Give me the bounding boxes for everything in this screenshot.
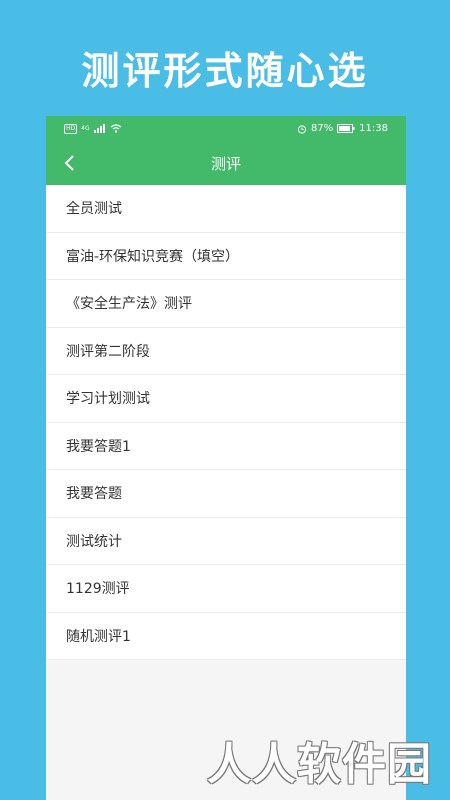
list-item[interactable]: 测试统计 [46,518,406,565]
list-item[interactable]: 随机测评1 [46,613,406,660]
battery-percent: 87% [310,123,334,134]
signal-icon [93,124,105,133]
list-item[interactable]: 全员测试 [46,185,406,233]
app-bar: 测评 [46,141,406,185]
list-item[interactable]: 我要答题 [46,470,406,518]
watermark: 人人软件园 [207,739,432,790]
hd-badge: HD [64,123,78,134]
chevron-left-icon[interactable] [58,151,82,175]
list-item[interactable]: 1129测评 [46,565,406,613]
list-item[interactable]: 测评第二阶段 [46,328,406,375]
status-left: HD 4G [64,123,122,134]
phone-screen: HD 4G 87% 11:38 测评 全员测试 富油-环保知识竞赛（填空） 《安… [46,116,406,800]
clock: 11:38 [359,123,388,134]
promo-title: 测评形式随心选 [81,49,369,93]
list-item[interactable]: 富油-环保知识竞赛（填空） [46,233,406,280]
network-label: 4G [81,125,90,132]
list-item[interactable]: 学习计划测试 [46,375,406,423]
list-item[interactable]: 《安全生产法》测评 [46,280,406,328]
test-list: 全员测试 富油-环保知识竞赛（填空） 《安全生产法》测评 测评第二阶段 学习计划… [46,185,406,660]
list-item[interactable]: 我要答题1 [46,423,406,470]
status-right: 87% 11:38 [297,123,388,134]
page-title: 测评 [210,154,241,173]
status-bar: HD 4G 87% 11:38 [46,116,406,141]
alarm-icon [297,124,307,134]
battery-icon [337,124,355,133]
wifi-icon [110,124,121,133]
